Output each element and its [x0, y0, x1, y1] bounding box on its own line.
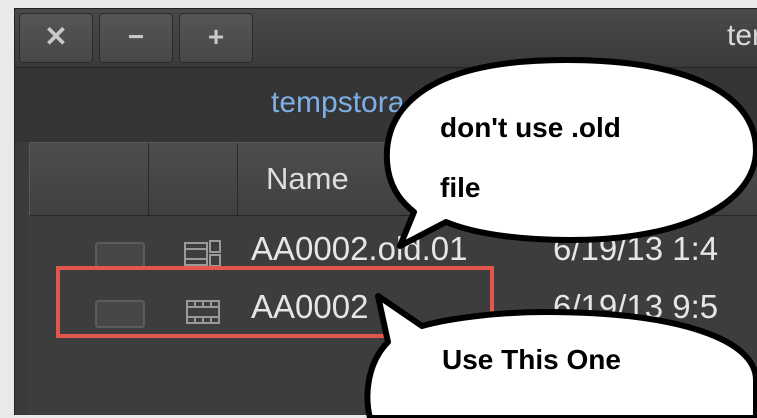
- callout-top-line2: file: [440, 172, 481, 203]
- callout-bubble-top: [383, 57, 757, 249]
- callout-layer: [364, 57, 757, 418]
- callout-bottom-text: Use This One: [442, 344, 621, 375]
- callout-top-line1: don't use .old: [440, 112, 621, 143]
